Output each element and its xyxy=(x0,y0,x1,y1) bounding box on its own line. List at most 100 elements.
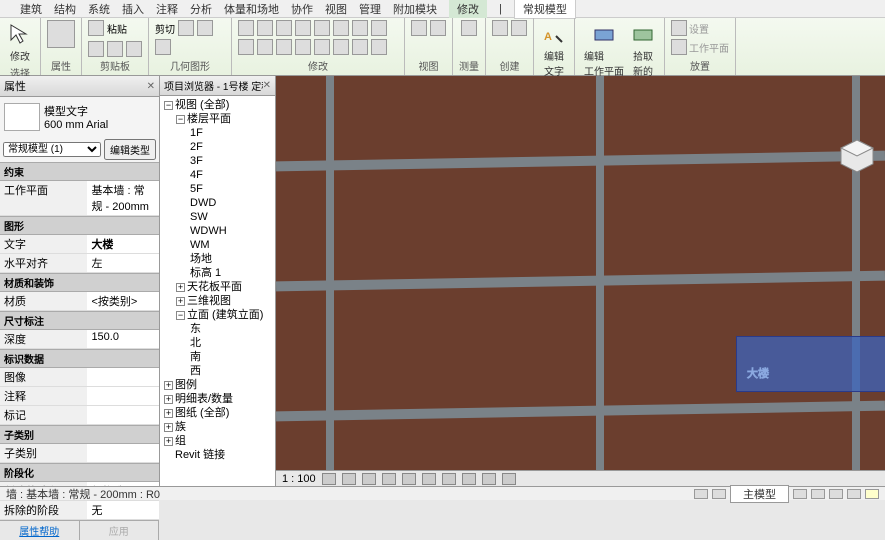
viewcube[interactable] xyxy=(837,136,877,176)
tree-3d[interactable]: +三维视图 xyxy=(162,294,273,308)
tree-level[interactable]: 3F xyxy=(162,154,273,168)
tree-legends[interactable]: +图例 xyxy=(162,378,273,392)
offset-icon[interactable] xyxy=(257,20,273,36)
menu-systems[interactable]: 系统 xyxy=(88,1,110,17)
scale-selector[interactable]: 1 : 100 xyxy=(282,473,316,485)
array-icon[interactable] xyxy=(238,39,254,55)
edit-type-button[interactable]: 编辑类型 xyxy=(104,139,156,160)
menu-modify[interactable]: 修改 xyxy=(449,0,487,18)
tree-level[interactable]: WDWH xyxy=(162,224,273,238)
tree-elevations[interactable]: −立面 (建筑立面) xyxy=(162,308,273,322)
create1-icon[interactable] xyxy=(492,20,508,36)
rendering-icon[interactable] xyxy=(402,473,416,485)
pin-icon[interactable] xyxy=(276,39,292,55)
phase-demo-value[interactable]: 无 xyxy=(87,501,159,519)
trim-icon[interactable] xyxy=(352,20,368,36)
image-value[interactable] xyxy=(87,368,159,386)
menu-annotate[interactable]: 注释 xyxy=(156,1,178,17)
close-icon[interactable]: ✕ xyxy=(263,80,271,91)
selected-model-text[interactable]: 大楼 xyxy=(736,336,885,392)
edit-workplane-button[interactable]: 编辑 工作平面 xyxy=(582,20,626,80)
material-value[interactable]: <按类别> xyxy=(87,292,159,310)
show-icon[interactable] xyxy=(671,39,687,55)
filter-icon[interactable] xyxy=(865,489,879,499)
delete-icon[interactable] xyxy=(314,39,330,55)
context-tab-generic-model[interactable]: 常规模型 xyxy=(514,0,576,19)
crop-icon[interactable] xyxy=(422,473,436,485)
menu-massing[interactable]: 体量和场地 xyxy=(224,1,279,17)
tree-schedules[interactable]: +明细表/数量 xyxy=(162,392,273,406)
join-icon[interactable] xyxy=(155,39,171,55)
visual-style-icon[interactable] xyxy=(342,473,356,485)
sb-icon[interactable] xyxy=(829,489,843,499)
tree-level[interactable]: 标高 1 xyxy=(162,266,273,280)
viewport-3d[interactable]: 大楼 1 : 100 xyxy=(276,76,885,486)
menu-arch[interactable]: 建筑 xyxy=(20,1,42,17)
copy2-icon[interactable] xyxy=(314,20,330,36)
menu-view[interactable]: 视图 xyxy=(325,1,347,17)
tree-level[interactable]: DWD xyxy=(162,196,273,210)
tree-level[interactable]: 2F xyxy=(162,140,273,154)
menu-analyze[interactable]: 分析 xyxy=(190,1,212,17)
align-icon[interactable] xyxy=(238,20,254,36)
tree-level[interactable]: 场地 xyxy=(162,252,273,266)
create2-icon[interactable] xyxy=(511,20,527,36)
sb-icon[interactable] xyxy=(694,489,708,499)
menu-collab[interactable]: 协作 xyxy=(291,1,313,17)
tree-level[interactable]: WM xyxy=(162,238,273,252)
rotate-icon[interactable] xyxy=(333,20,349,36)
copy-icon[interactable] xyxy=(107,41,123,57)
mark-value[interactable] xyxy=(87,406,159,424)
split-icon[interactable] xyxy=(371,20,387,36)
tree-sheets[interactable]: +图纸 (全部) xyxy=(162,406,273,420)
properties-icon[interactable] xyxy=(47,20,75,48)
measure-icon[interactable] xyxy=(461,20,477,36)
tree-ceiling[interactable]: +天花板平面 xyxy=(162,280,273,294)
modify-button[interactable]: 修改 xyxy=(6,20,34,65)
move-icon[interactable] xyxy=(295,20,311,36)
unpin-icon[interactable] xyxy=(295,39,311,55)
sb-icon[interactable] xyxy=(712,489,726,499)
set-icon[interactable] xyxy=(671,20,687,36)
view1-icon[interactable] xyxy=(411,20,427,36)
close-icon[interactable]: ✕ xyxy=(147,81,155,92)
tree-level[interactable]: 1F xyxy=(162,126,273,140)
pick-new-button[interactable]: 拾取 新的 xyxy=(629,20,657,80)
extend-icon[interactable] xyxy=(333,39,349,55)
mirror-icon[interactable] xyxy=(276,20,292,36)
temp-hide-icon[interactable] xyxy=(482,473,496,485)
scale-icon[interactable] xyxy=(257,39,273,55)
tree-dir[interactable]: 南 xyxy=(162,350,273,364)
tree-floorplans[interactable]: −楼层平面 xyxy=(162,112,273,126)
tree-groups[interactable]: +组 xyxy=(162,434,273,448)
menu-addins[interactable]: 附加模块 xyxy=(393,1,437,17)
tree-dir[interactable]: 西 xyxy=(162,364,273,378)
tree-level[interactable]: 5F xyxy=(162,182,273,196)
match-icon[interactable] xyxy=(126,41,142,57)
depth-value[interactable]: 150.0 xyxy=(87,330,159,348)
demolish-icon[interactable] xyxy=(371,39,387,55)
menu-insert[interactable]: 插入 xyxy=(122,1,144,17)
tree-dir[interactable]: 北 xyxy=(162,336,273,350)
paste-icon[interactable] xyxy=(88,20,104,36)
apply-button[interactable]: 应用 xyxy=(80,521,160,540)
edit-text-button[interactable]: A 编辑 文字 xyxy=(540,20,568,80)
lock3d-icon[interactable] xyxy=(462,473,476,485)
menu-struct[interactable]: 结构 xyxy=(54,1,76,17)
tree-views[interactable]: −视图 (全部) xyxy=(162,98,273,112)
properties-help-button[interactable]: 属性帮助 xyxy=(0,521,80,540)
sb-icon[interactable] xyxy=(793,489,807,499)
view2-icon[interactable] xyxy=(430,20,446,36)
subcat-value[interactable] xyxy=(87,444,159,462)
cut-geom-icon[interactable] xyxy=(197,20,213,36)
text-value[interactable]: 大楼 xyxy=(87,235,159,253)
workplane-value[interactable]: 基本墙 : 常规 - 200mm xyxy=(87,181,159,215)
comment-value[interactable] xyxy=(87,387,159,405)
sun-path-icon[interactable] xyxy=(362,473,376,485)
menu-manage[interactable]: 管理 xyxy=(359,1,381,17)
reveal-icon[interactable] xyxy=(502,473,516,485)
shadows-icon[interactable] xyxy=(382,473,396,485)
crop-region-icon[interactable] xyxy=(442,473,456,485)
tree-level[interactable]: SW xyxy=(162,210,273,224)
instance-selector[interactable]: 常规模型 (1) xyxy=(3,142,101,157)
